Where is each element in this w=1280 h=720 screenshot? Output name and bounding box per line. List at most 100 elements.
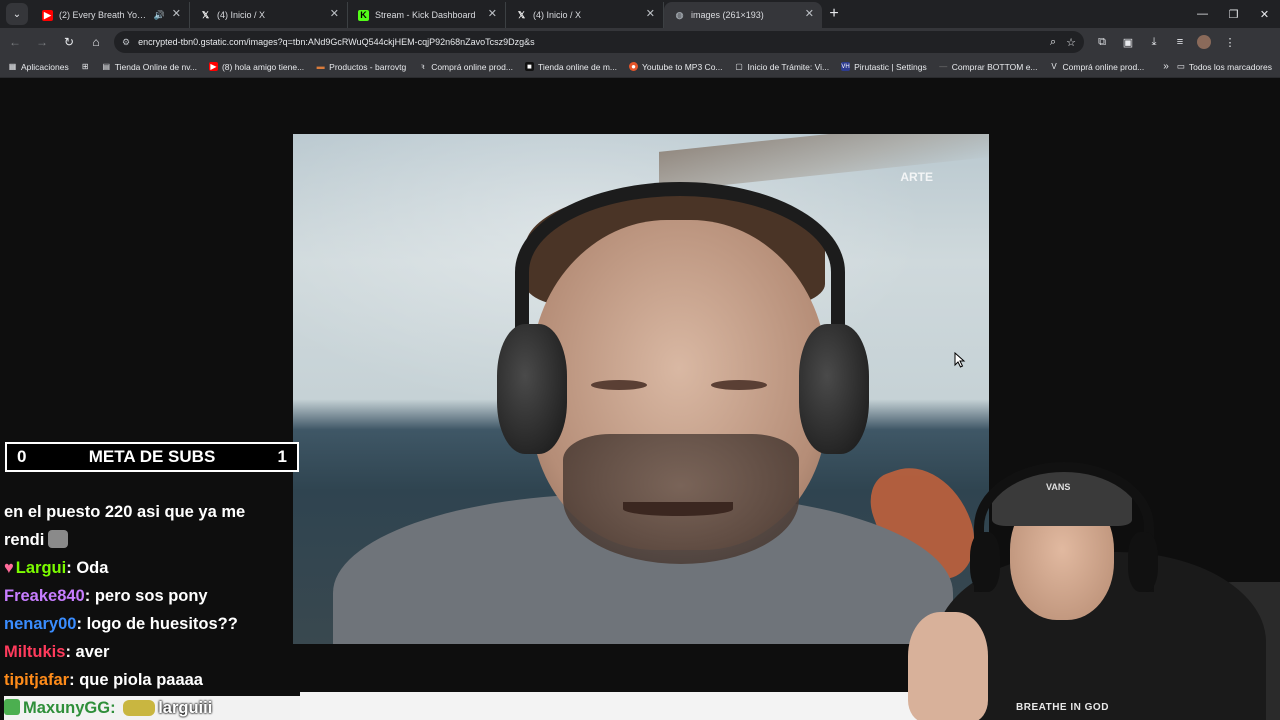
- grid-icon: ⊞: [81, 62, 89, 71]
- tab-title: (2) Every Breath You Take -: [59, 10, 148, 20]
- cat-emote-icon: [48, 530, 69, 548]
- youtube-icon: ▶: [42, 9, 53, 21]
- bookmark-label: (8) hola amigo tiene...: [221, 61, 305, 72]
- bookmark-item[interactable]: — Comprar BOTTOM e...: [939, 61, 1038, 72]
- back-icon[interactable]: ←: [3, 30, 27, 54]
- close-window-icon[interactable]: ✕: [1249, 0, 1280, 28]
- cam-shirt-text: BREATHE IN GOD: [1016, 702, 1109, 713]
- bookmark-item[interactable]: ▢ Inicio de Trámite: Vi...: [735, 62, 829, 72]
- bookmark-item[interactable]: VH Pirutastic | Settings: [841, 62, 927, 72]
- page-content: ARTE 0 META DE SUBS 1 en el puesto 220 a…: [0, 78, 1280, 720]
- tab-search-button[interactable]: ⌄: [6, 3, 28, 25]
- download-icon[interactable]: ⤓: [1142, 30, 1166, 54]
- bookmark-item[interactable]: V Comprá online prod...: [1050, 62, 1144, 72]
- bookmark-label: Comprá online prod...: [431, 61, 513, 72]
- store-icon: ▬: [316, 62, 325, 71]
- home-icon[interactable]: ⌂: [84, 30, 108, 54]
- bookmark-label: Youtube to MP3 Co...: [642, 61, 723, 72]
- bookmark-item[interactable]: ● Youtube to MP3 Co...: [629, 62, 723, 72]
- webcam-overlay: VANS BREATHE IN GOD: [896, 432, 1280, 720]
- speaker-icon[interactable]: 🔊: [154, 10, 165, 21]
- tab-youtube[interactable]: ▶ (2) Every Breath You Take - 🔊 ✕: [32, 2, 190, 28]
- cam-headphone-cup-left: [970, 532, 1000, 592]
- heart-icon: ♥: [4, 559, 14, 577]
- close-icon[interactable]: ✕: [805, 9, 814, 20]
- bookmark-label: Tienda online de m...: [537, 61, 618, 72]
- store-icon: V: [1051, 62, 1057, 71]
- close-icon[interactable]: ✕: [172, 9, 181, 20]
- close-icon[interactable]: ✕: [646, 9, 655, 20]
- bookmark-item[interactable]: ▶ (8) hola amigo tiene...: [208, 61, 305, 72]
- toolbar-actions: ⧉ ▣ ⤓ ≡ ⋮: [1088, 30, 1242, 54]
- sub-goal-current: 0: [17, 447, 27, 466]
- menu-icon[interactable]: ⋮: [1218, 30, 1242, 54]
- chat-message: nenary00: logo de huesitos??: [4, 615, 238, 633]
- bookmarks-bar: ▦ Aplicaciones ⊞ ▤ Tienda Online de nv..…: [0, 56, 1280, 78]
- sub-goal-title: META DE SUBS: [88, 447, 216, 466]
- tab-title: Stream - Kick Dashboard: [375, 10, 476, 20]
- url-text[interactable]: encrypted-tbn0.gstatic.com/images?q=tbn:…: [138, 37, 1040, 47]
- cam-headphones: [974, 462, 1154, 592]
- chat-text: Oda: [76, 559, 109, 577]
- bookmark-item[interactable]: ▤ Tienda Online de nv...: [102, 62, 197, 72]
- tab-x-1[interactable]: 𝕏 (4) Inicio / X ✕: [190, 2, 348, 28]
- chat-overlay: en el puesto 220 asi que ya me rendi ♥ La…: [4, 498, 304, 720]
- document-icon: ▢: [735, 62, 743, 71]
- screenshot-icon[interactable]: ▣: [1116, 30, 1140, 54]
- site-info-icon[interactable]: ⚙: [122, 37, 130, 48]
- image-watermark: ARTE: [900, 170, 933, 184]
- chat-username: tipitjafar: [4, 671, 70, 689]
- chat-message: ♥ Largui: Oda: [4, 559, 109, 577]
- tab-strip: ⌄ ▶ (2) Every Breath You Take - 🔊 ✕ 𝕏 (4…: [0, 0, 1280, 28]
- chat-text: que piola paaaa: [79, 671, 203, 689]
- chat-username: Miltukis: [4, 643, 66, 661]
- chat-text: pero sos pony: [94, 587, 208, 605]
- bookmark-grid[interactable]: ⊞: [81, 62, 90, 71]
- close-icon[interactable]: ✕: [330, 9, 339, 20]
- kick-icon: K: [358, 9, 369, 21]
- chevron-right-icon[interactable]: »: [1163, 61, 1169, 72]
- emote-icon: [123, 700, 156, 716]
- media-control-icon[interactable]: ≡: [1168, 30, 1192, 54]
- tab-title: (4) Inicio / X: [533, 10, 582, 20]
- close-icon[interactable]: ✕: [488, 9, 497, 20]
- settings-icon: VH: [841, 62, 851, 71]
- store-icon: ■: [524, 62, 534, 71]
- browser-toolbar: ← → ↻ ⌂ ⚙ encrypted-tbn0.gstatic.com/ima…: [0, 28, 1280, 56]
- image-beard: [563, 434, 799, 564]
- tab-images[interactable]: ◍ images (261×193) ✕: [664, 2, 822, 28]
- bookmark-apps[interactable]: ▦ Aplicaciones: [8, 62, 69, 72]
- chat-text: rendi: [4, 531, 45, 549]
- new-tab-button[interactable]: +: [822, 2, 846, 26]
- window-controls: — ❐ ✕: [1187, 0, 1280, 28]
- extensions-icon[interactable]: ⧉: [1090, 30, 1114, 54]
- cam-hand: [908, 612, 988, 720]
- bookmark-item[interactable]: ■ Tienda online de m...: [524, 61, 618, 72]
- image-eye-right: [711, 380, 767, 390]
- tab-x-2[interactable]: 𝕏 (4) Inicio / X ✕: [506, 2, 664, 28]
- all-bookmarks-folder[interactable]: ▭ Todos los marcadores: [1177, 61, 1272, 72]
- profile-avatar[interactable]: [1197, 35, 1211, 49]
- tab-kick[interactable]: K Stream - Kick Dashboard ✕: [348, 2, 506, 28]
- store-icon: —: [939, 62, 948, 71]
- forward-icon[interactable]: →: [30, 30, 54, 54]
- converter-icon: ●: [629, 62, 639, 71]
- minimize-icon[interactable]: —: [1187, 0, 1218, 28]
- bookmark-item[interactable]: ▬ Productos - barrovtg: [316, 62, 407, 72]
- restore-icon[interactable]: ❐: [1218, 0, 1249, 28]
- bookmark-item[interactable]: ꝛ Comprá online prod...: [418, 62, 513, 72]
- image-headphone-band: [515, 182, 845, 362]
- bookmark-star-icon[interactable]: ☆: [1066, 36, 1076, 49]
- reload-icon[interactable]: ↻: [57, 30, 81, 54]
- subscriber-badge-icon: [4, 699, 20, 715]
- address-bar[interactable]: ⚙ encrypted-tbn0.gstatic.com/images?q=tb…: [114, 31, 1084, 53]
- bookmark-label: Comprar BOTTOM e...: [951, 61, 1038, 72]
- tab-title: (4) Inicio / X: [217, 10, 266, 20]
- displayed-image[interactable]: ARTE: [293, 134, 989, 644]
- x-icon: 𝕏: [517, 9, 526, 20]
- sub-goal-target: 1: [277, 447, 287, 466]
- zoom-icon[interactable]: ⌕: [1050, 36, 1056, 49]
- chat-message: Miltukis: aver: [4, 643, 110, 661]
- chat-text: aver: [75, 643, 110, 661]
- bookmark-label: Pirutastic | Settings: [854, 61, 927, 72]
